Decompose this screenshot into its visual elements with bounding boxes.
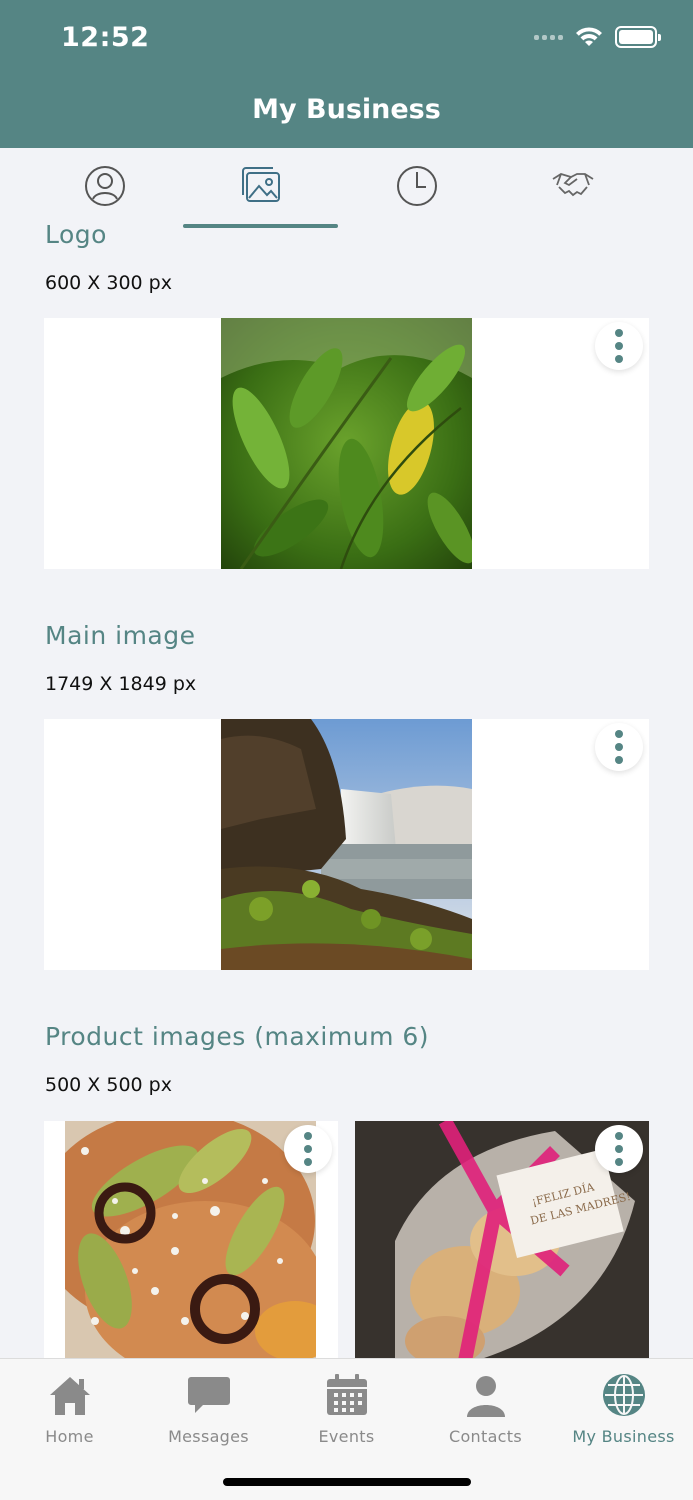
battery-icon (615, 26, 661, 48)
clock-icon (397, 166, 437, 206)
calendar-icon (326, 1374, 367, 1415)
tabbar-item-contacts[interactable]: Contacts (416, 1365, 555, 1446)
globe-icon (602, 1374, 645, 1416)
tabbar-item-my-business[interactable]: My Business (554, 1365, 693, 1446)
main-image-options-button[interactable] (595, 723, 643, 771)
tab-profile[interactable] (27, 148, 183, 228)
tab-services[interactable] (495, 148, 651, 228)
tabbar-item-messages[interactable]: Messages (139, 1365, 278, 1446)
person-icon (466, 1376, 505, 1417)
home-indicator (223, 1478, 471, 1486)
product-images-dimensions: 500 X 500 px (45, 1074, 172, 1096)
wifi-icon (576, 27, 602, 46)
main-image-title: Main image (45, 621, 196, 650)
logo-title: Logo (45, 220, 107, 249)
signal-icon (534, 34, 563, 40)
product-1-options-button[interactable] (284, 1125, 332, 1173)
tabbar-item-events[interactable]: Events (277, 1365, 416, 1446)
app-header: 12:52 My Business (0, 0, 693, 148)
logo-dimensions: 600 X 300 px (45, 272, 172, 294)
product-image-card[interactable] (44, 1121, 338, 1361)
logo-image-card[interactable] (44, 318, 649, 569)
main-image-card[interactable] (44, 719, 649, 970)
tab-images[interactable] (183, 148, 339, 228)
status-time: 12:52 (61, 22, 150, 53)
active-tab-indicator (183, 224, 338, 228)
section-tabs (0, 148, 693, 228)
tab-hours[interactable] (339, 148, 495, 228)
chat-bubble-icon (187, 1377, 230, 1413)
product-image-card[interactable]: ¡FELIZ DÍA DE LAS MADRES! (355, 1121, 649, 1361)
tostadas-photo (65, 1121, 316, 1361)
main-image-dimensions: 1749 X 1849 px (45, 673, 197, 695)
handshake-icon (552, 173, 594, 197)
user-circle-icon (85, 166, 125, 206)
home-icon (49, 1377, 90, 1415)
waterfall-photo (221, 719, 472, 970)
leaves-photo (221, 318, 472, 569)
tabbar-item-home[interactable]: Home (0, 1365, 139, 1446)
logo-options-button[interactable] (595, 322, 643, 370)
image-gallery-icon (242, 167, 280, 202)
product-images-title: Product images (maximum 6) (45, 1022, 430, 1051)
product-2-options-button[interactable] (595, 1125, 643, 1173)
status-icons (534, 26, 661, 48)
page-title: My Business (252, 94, 441, 125)
